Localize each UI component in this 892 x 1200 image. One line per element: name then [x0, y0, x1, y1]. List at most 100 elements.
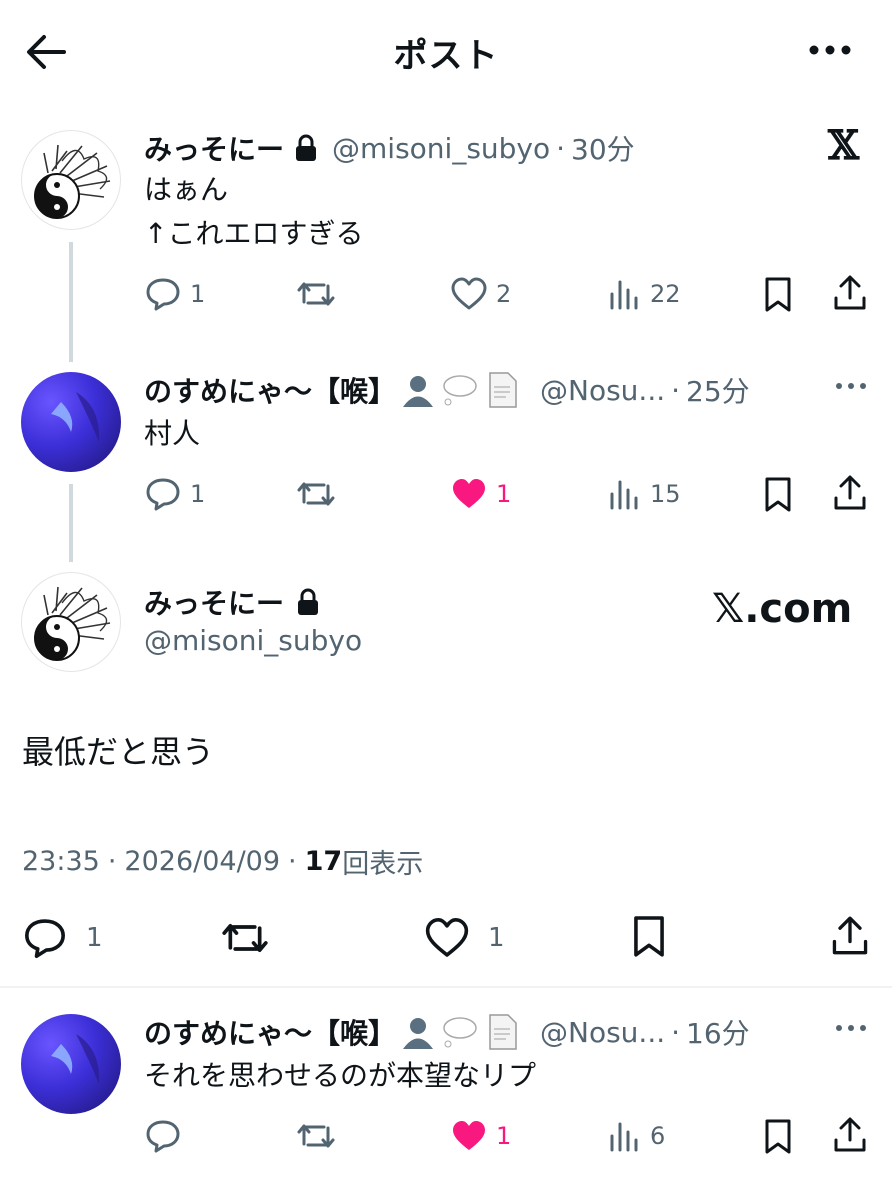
more-button[interactable] [806, 34, 854, 64]
avatar[interactable] [21, 130, 121, 230]
views-icon [610, 280, 638, 310]
handle[interactable]: @misoni_subyo [332, 132, 550, 165]
views-count: 17 [304, 846, 343, 877]
reply-icon [146, 478, 180, 511]
display-name[interactable]: みっそにー [144, 128, 284, 168]
bookmark-button[interactable] [762, 1118, 802, 1156]
abstract-blue-avatar-image [51, 392, 100, 442]
post-text-line: はぁん [144, 173, 229, 206]
separator-dot: · [288, 846, 297, 877]
views-icon [610, 480, 638, 510]
post-more-button[interactable] [834, 380, 868, 392]
separator-dot: · [556, 131, 566, 165]
bookmark-button[interactable] [762, 276, 802, 314]
views-icon [610, 1122, 638, 1152]
post-header: のすめにゃ〜【喉】 @Nosu... · 16分 [144, 1012, 750, 1052]
reply-count: 1 [190, 280, 206, 308]
post-header: のすめにゃ〜【喉】 @Nosu... · 25分 [144, 370, 750, 410]
abstract-blue-avatar-image [51, 1034, 100, 1084]
share-icon [832, 916, 868, 955]
share-icon [834, 1117, 866, 1152]
top-bar: ポスト [0, 0, 892, 100]
like-button[interactable]: 1 [450, 1118, 511, 1154]
views-count: 22 [650, 280, 681, 308]
reply-button[interactable] [144, 1118, 190, 1154]
reply-icon [146, 278, 180, 311]
retweet-icon [297, 1124, 335, 1148]
post-text: それを思わせるのが本望なリプ [144, 1059, 537, 1092]
like-button[interactable]: 1 [450, 476, 511, 512]
share-button[interactable] [832, 274, 876, 312]
bookmark-icon [765, 477, 791, 512]
post-time[interactable]: 23:35 [22, 846, 100, 877]
person-emoji-icon [403, 1018, 434, 1049]
heart-icon [425, 918, 469, 957]
views-button[interactable]: 15 [608, 476, 681, 512]
views-count: 15 [650, 480, 681, 508]
views-button[interactable]: 22 [608, 276, 681, 312]
reply-count: 1 [190, 480, 206, 508]
share-button[interactable] [832, 1116, 876, 1154]
post-more-button[interactable] [834, 1022, 868, 1034]
thread-connector [69, 242, 73, 362]
separator-dot: · [107, 846, 117, 877]
display-name[interactable]: のすめにゃ〜【喉】 [144, 1012, 396, 1052]
thought-bubble-emoji-icon [443, 1017, 477, 1048]
timestamp[interactable]: 16分 [686, 1012, 750, 1052]
separator-dot: · [671, 1015, 681, 1049]
post-timestamp-line: 23:35 · 2026/04/09 · 17 回表示 [22, 842, 423, 881]
share-icon [834, 275, 866, 310]
timestamp[interactable]: 30分 [571, 128, 635, 168]
person-emoji-icon [403, 376, 434, 407]
reply-icon [25, 919, 65, 958]
avatar[interactable] [21, 572, 121, 672]
retweet-icon [297, 482, 335, 506]
reply-button[interactable]: 1 [144, 476, 205, 512]
display-name[interactable]: のすめにゃ〜【喉】 [144, 370, 396, 410]
handle[interactable]: @Nosu... [540, 374, 665, 407]
share-button[interactable] [832, 474, 876, 512]
lock-icon [296, 134, 317, 161]
retweet-button[interactable] [220, 916, 278, 960]
share-button[interactable] [830, 914, 878, 958]
reply-button[interactable]: 1 [22, 916, 103, 960]
display-name[interactable]: みっそにー [144, 582, 284, 622]
thought-bubble-emoji-icon [443, 375, 477, 406]
handle[interactable]: @Nosu... [540, 1016, 665, 1049]
yin-yang-avatar-image [34, 586, 111, 661]
share-icon [834, 475, 866, 510]
post-text-line: ↑これエロすぎる [144, 217, 364, 250]
more-icon [836, 383, 866, 389]
bookmark-button[interactable] [762, 476, 802, 514]
more-icon [809, 45, 851, 55]
post-header: みっそにー @misoni_subyo · 30分 [144, 128, 635, 168]
views-label: 回表示 [342, 849, 424, 880]
post-text: 村人 [144, 417, 201, 450]
retweet-icon [222, 923, 268, 953]
like-button[interactable]: 2 [450, 276, 511, 312]
handle[interactable]: @misoni_subyo [144, 624, 362, 657]
heart-filled-icon [453, 1121, 485, 1150]
post-text: 最低だと思う [22, 733, 215, 771]
views-count: 6 [650, 1122, 666, 1150]
retweet-icon [297, 282, 335, 306]
avatar[interactable] [21, 372, 121, 472]
retweet-button[interactable] [296, 1118, 344, 1154]
timestamp[interactable]: 25分 [686, 370, 750, 410]
reply-count: 1 [86, 923, 103, 953]
bookmark-icon [634, 916, 664, 957]
lock-icon [298, 588, 319, 615]
retweet-button[interactable] [296, 476, 344, 512]
post-date[interactable]: 2026/04/09 [124, 846, 280, 877]
like-button[interactable]: 1 [424, 916, 505, 960]
reply-button[interactable]: 1 [144, 276, 205, 312]
like-count: 2 [496, 280, 512, 308]
heart-filled-icon [453, 479, 485, 508]
avatar[interactable] [21, 1014, 121, 1114]
x-com-logo: 𝕏.com [712, 586, 853, 632]
views-button[interactable]: 6 [608, 1118, 665, 1154]
bookmark-icon [765, 1119, 791, 1154]
bookmark-button[interactable] [630, 914, 676, 960]
like-count: 1 [496, 480, 512, 508]
retweet-button[interactable] [296, 276, 344, 312]
